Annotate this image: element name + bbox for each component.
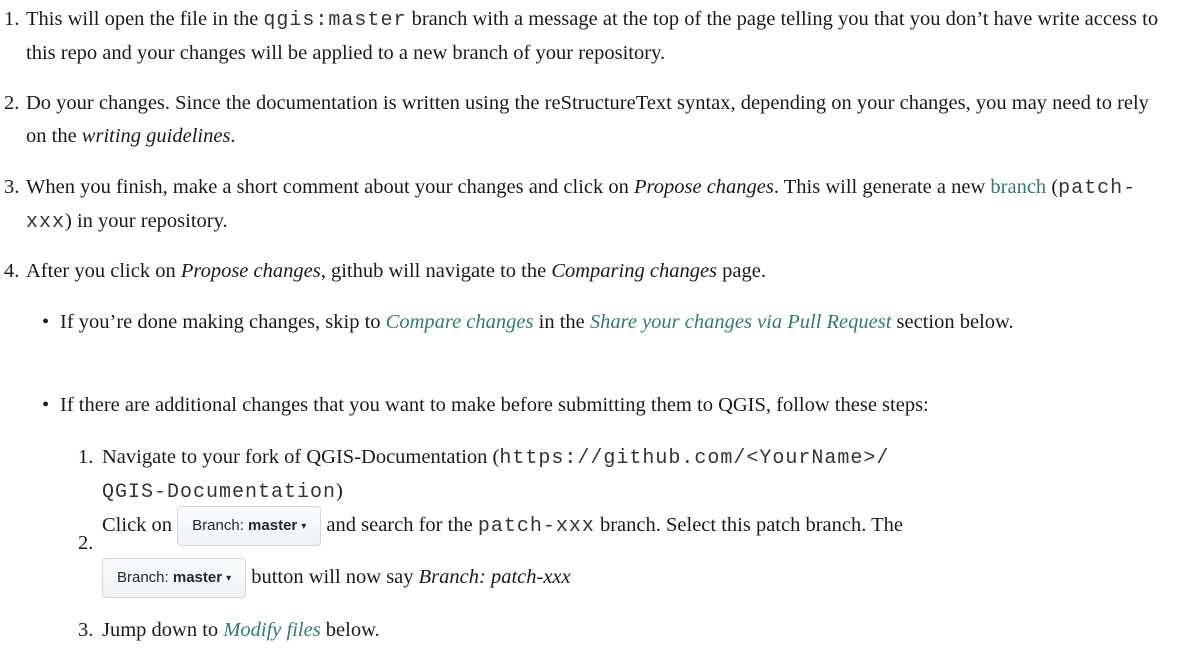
branch-master-button[interactable]: Branch: master ▾ (102, 558, 247, 599)
compare-changes-link[interactable]: Compare changes (386, 311, 534, 333)
text: ( (1046, 176, 1059, 198)
document-page: 1. This will open the file in the qgis:m… (0, 0, 1191, 657)
inline-code: qgis:master (263, 9, 407, 32)
branch-patch-ref: Branch: patch-xxx (418, 566, 571, 588)
text: This will open the file in the (26, 8, 264, 30)
bullet-marker: • (42, 394, 50, 416)
branch-button-prefix: Branch: (117, 569, 173, 587)
step-text: After you click on Propose changes, gith… (26, 255, 1173, 288)
step-text: When you finish, make a short comment ab… (26, 171, 1173, 239)
step-number: 2. (4, 92, 20, 114)
step-number: 3. (4, 176, 20, 198)
comparing-changes-ref: Comparing changes (551, 260, 718, 282)
substep-text: Navigate to your fork of QGIS-Documentat… (102, 441, 1173, 509)
inline-code: patch-xxx (477, 515, 595, 538)
branch-button-name: master (172, 569, 223, 587)
text: . This will generate a new (773, 176, 991, 198)
text: Navigate to your fork of QGIS-Documentat… (102, 446, 500, 468)
text: ) in your repository. (65, 210, 228, 232)
text: in the (533, 311, 590, 333)
text: section below. (891, 311, 1014, 333)
modify-files-link[interactable]: Modify files (223, 619, 320, 641)
chevron-down-icon: ▾ (301, 521, 307, 533)
text: branch. Select this patch branch. The (594, 514, 903, 536)
text: If there are additional changes that you… (60, 394, 929, 416)
bullet-text: If there are additional changes that you… (60, 389, 1173, 422)
propose-changes-ref: Propose changes (180, 260, 321, 282)
text: When you finish, make a short comment ab… (26, 176, 635, 198)
bullet-marker: • (42, 311, 50, 333)
writing-guidelines-ref: writing guidelines (81, 125, 231, 147)
branch-master-button[interactable]: Branch: master ▾ (177, 506, 322, 547)
share-changes-link[interactable]: Share your changes via Pull Request (590, 311, 892, 333)
chevron-down-icon: ▾ (226, 573, 232, 585)
text: ) (336, 480, 343, 502)
text: , github will navigate to the (320, 260, 552, 282)
substep-number: 1. (78, 446, 94, 468)
step-text: This will open the file in the qgis:mast… (26, 3, 1173, 70)
substep-text: Jump down to Modify files below. (102, 614, 1173, 647)
text: After you click on (26, 260, 181, 282)
bullet-text: If you’re done making changes, skip to C… (60, 306, 1173, 339)
step-text: Do your changes. Since the documentation… (26, 87, 1173, 153)
text: . (230, 125, 236, 147)
substep-number: 2. (78, 532, 94, 554)
branch-link[interactable]: branch (990, 176, 1046, 198)
inline-code: https://github.com/<YourName>/ (499, 447, 890, 470)
substep-number: 3. (78, 619, 94, 641)
branch-button-name: master (248, 517, 298, 535)
text: button will now say (246, 566, 419, 588)
step-number: 1. (4, 8, 20, 30)
text: Click on (102, 514, 178, 536)
text: and search for the (321, 514, 478, 536)
step-number: 4. (4, 260, 20, 282)
branch-button-prefix: Branch: (192, 517, 249, 535)
text: Jump down to (102, 619, 224, 641)
propose-changes-ref: Propose changes (634, 176, 774, 198)
text: If you’re done making changes, skip to (60, 311, 386, 333)
text: below. (320, 619, 380, 641)
substep-text: Click on Branch: master ▾ and search for … (102, 500, 1173, 602)
text: page. (717, 260, 766, 282)
